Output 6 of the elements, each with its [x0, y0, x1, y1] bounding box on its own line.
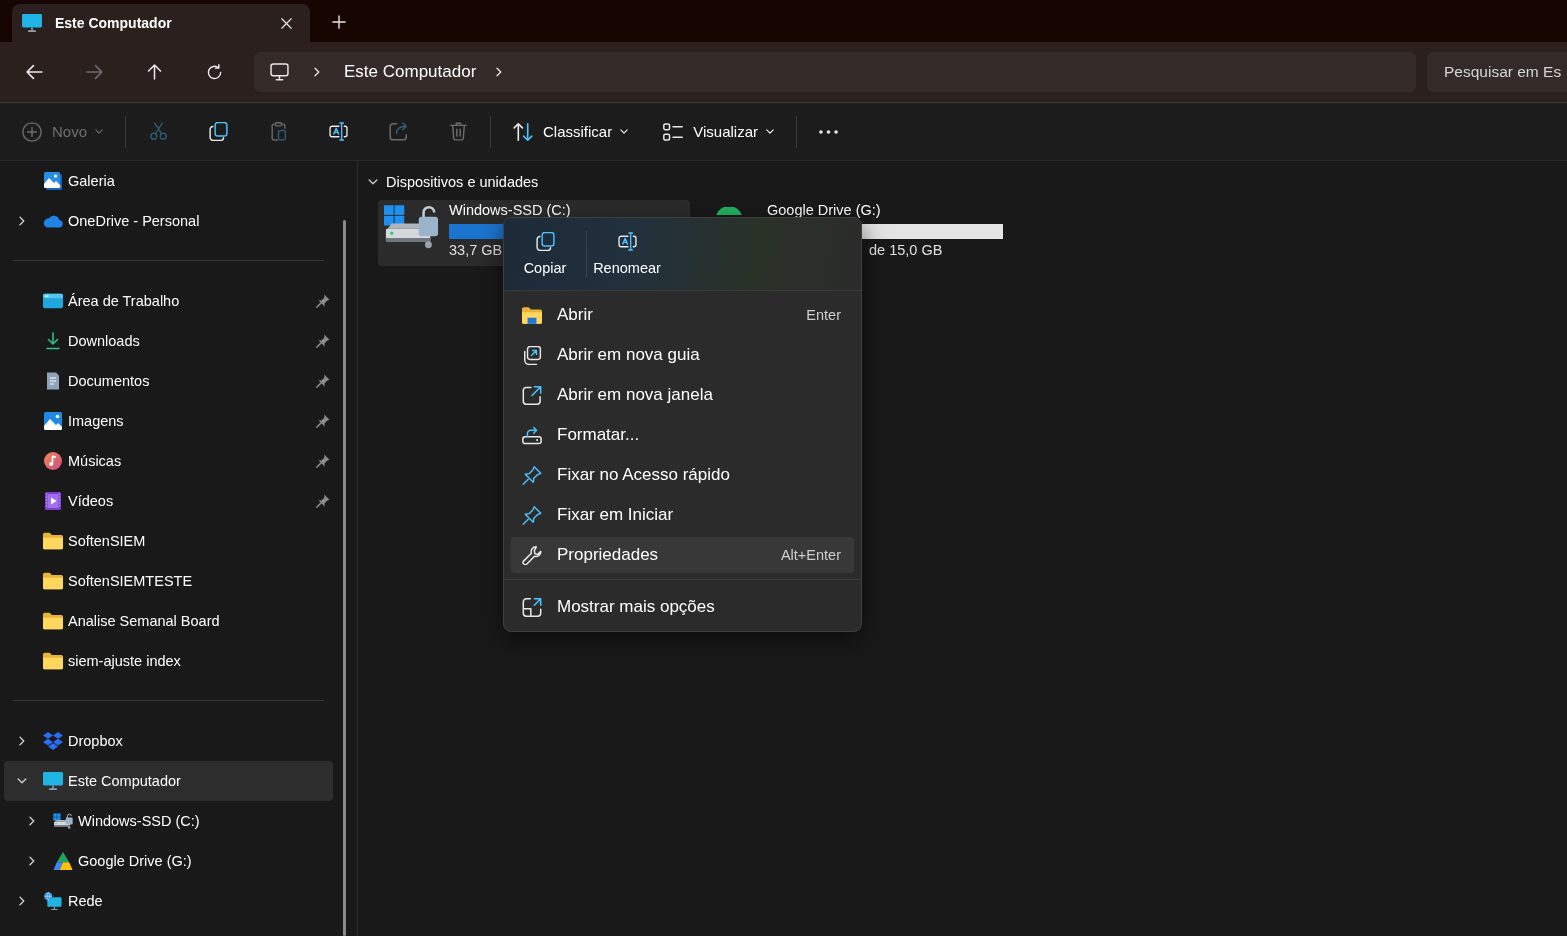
drive-space: 33,7 GB — [449, 242, 503, 259]
shortcut-text: Alt+Enter — [780, 547, 841, 563]
drive-name: Google Drive (G:) — [767, 202, 881, 219]
drive-name: Windows-SSD (C:) — [449, 202, 571, 219]
shortcut-text: Enter — [806, 307, 841, 323]
drive-space: de 15,0 GB — [869, 242, 943, 259]
